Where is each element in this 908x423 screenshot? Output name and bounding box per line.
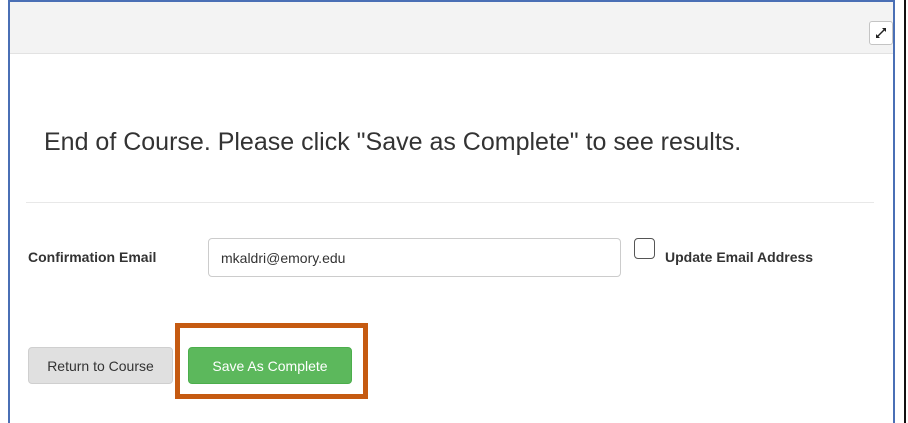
course-panel: End of Course. Please click "Save as Com… [8, 0, 895, 423]
update-email-label[interactable]: Update Email Address [665, 249, 813, 265]
page-heading: End of Course. Please click "Save as Com… [44, 128, 742, 156]
save-as-complete-button[interactable]: Save As Complete [188, 347, 352, 384]
section-divider [26, 202, 874, 203]
expand-arrows-icon [876, 28, 886, 38]
return-to-course-button[interactable]: Return to Course [28, 347, 173, 384]
expand-button[interactable] [869, 21, 893, 45]
window-edge [904, 0, 906, 423]
confirmation-email-label: Confirmation Email [28, 249, 157, 265]
update-email-checkbox[interactable] [634, 238, 655, 259]
confirmation-email-input[interactable] [208, 238, 621, 277]
panel-toolbar [10, 2, 893, 54]
